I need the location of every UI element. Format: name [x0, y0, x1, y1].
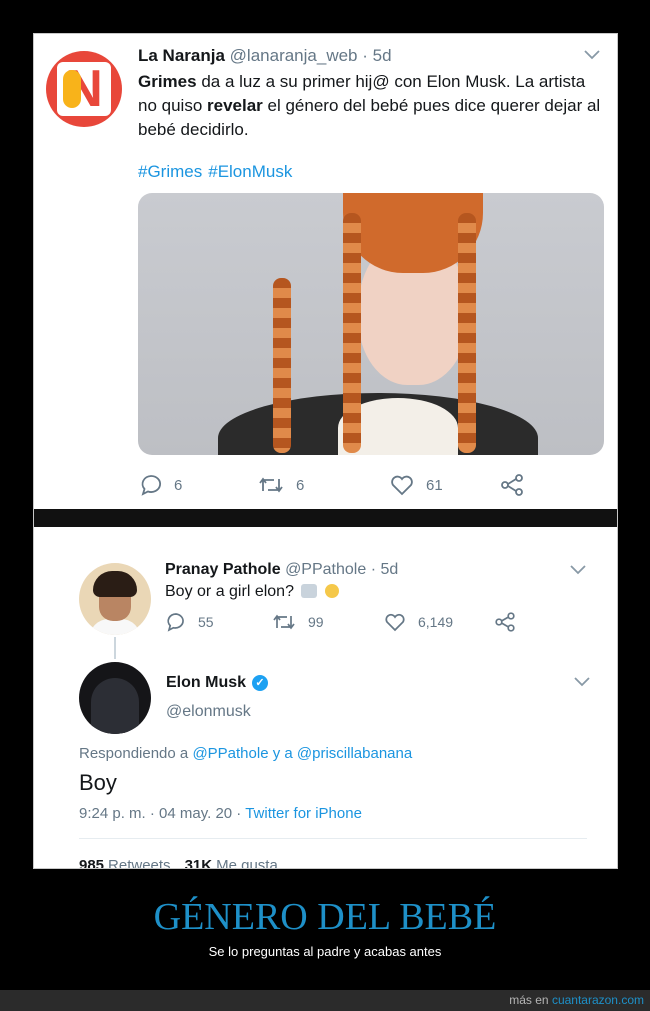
retweets-count[interactable]: 985: [79, 857, 104, 868]
photo-braid: [273, 278, 291, 453]
hashtags: #Grimes #ElonMusk: [138, 162, 298, 182]
baby-bottle-emoji-icon: [301, 584, 318, 598]
logo-orange-shape: [63, 70, 81, 108]
chevron-down-icon[interactable]: [584, 50, 600, 60]
like-count: 6,149: [418, 614, 454, 630]
tweet-stats: 985 Retweets 31K Me gusta: [79, 857, 278, 868]
tweet-header: Pranay Pathole @PPathole · 5d: [165, 561, 398, 579]
avatar-hood: [91, 678, 139, 734]
tweet-time[interactable]: 9:24 p. m. · 04 may. 20 ·: [79, 805, 245, 822]
retweet-count: 6: [296, 476, 305, 494]
tweet-thread: Pranay Pathole @PPathole · 5d Boy or a g…: [34, 527, 617, 868]
tweet-header: La Naranja @lanaranja_web · 5d: [138, 46, 392, 66]
reply-action[interactable]: 6: [140, 474, 258, 496]
la-naranja-logo: N: [57, 62, 111, 116]
retweet-icon: [259, 477, 283, 493]
retweet-count: 99: [308, 614, 324, 630]
reply-action[interactable]: 55: [166, 612, 272, 632]
reply-prefix: Respondiendo a: [79, 745, 193, 762]
author-handle[interactable]: @PPathole: [285, 561, 366, 578]
retweet-action[interactable]: 99: [272, 613, 384, 631]
footer-prefix: más en: [509, 993, 552, 1007]
reply-mention-link[interactable]: @PPathole: [192, 745, 268, 762]
replying-to: Respondiendo a @PPathole y a @priscillab…: [79, 745, 412, 762]
author-name-row: Elon Musk ✓: [166, 674, 269, 692]
heart-icon: [385, 613, 405, 631]
pranay-avatar[interactable]: [79, 563, 151, 635]
tweet-actions: 55 99 6,149: [166, 612, 516, 632]
photo-braid: [458, 213, 476, 453]
author-name[interactable]: Elon Musk: [166, 674, 246, 692]
share-icon[interactable]: [500, 474, 524, 496]
elon-avatar[interactable]: [79, 662, 151, 734]
avatar-hair: [93, 571, 137, 597]
retweet-icon: [273, 614, 295, 630]
tweet-timestamp: 9:24 p. m. · 04 may. 20 · Twitter for iP…: [79, 805, 362, 822]
hashtag-link[interactable]: #ElonMusk: [208, 162, 292, 181]
hashtag-link[interactable]: #Grimes: [138, 162, 202, 181]
site-footer: más en cuantarazon.com: [0, 990, 650, 1011]
tweet-source-link[interactable]: Twitter for iPhone: [245, 805, 362, 822]
tweet-text-content: Boy or a girl elon?: [165, 583, 294, 600]
caption-title: GÉNERO DEL BEBÉ: [153, 896, 497, 938]
verified-badge-icon: ✓: [252, 675, 269, 691]
screenshot-frame: N La Naranja @lanaranja_web · 5d Grimes …: [33, 33, 618, 869]
text-bold-grimes: Grimes: [138, 72, 197, 91]
screenshot-separator: [34, 509, 617, 527]
retweets-label[interactable]: Retweets: [108, 857, 171, 868]
heart-icon: [391, 475, 413, 495]
share-icon[interactable]: [494, 612, 516, 632]
like-action[interactable]: 61: [390, 475, 500, 496]
tweet-photo[interactable]: [138, 193, 604, 455]
retweet-action[interactable]: 6: [258, 475, 390, 495]
tweet-text: Boy or a girl elon?: [165, 583, 339, 601]
author-name[interactable]: La Naranja: [138, 46, 225, 65]
tweet-text: Boy: [79, 770, 117, 795]
reply-count: 6: [174, 476, 183, 494]
la-naranja-avatar[interactable]: N: [46, 51, 122, 127]
tweet-actions: 6 6 61: [140, 474, 524, 496]
author-handle[interactable]: @lanaranja_web: [230, 46, 358, 65]
tweet-age: · 5d: [362, 46, 392, 65]
chevron-down-icon[interactable]: [570, 565, 586, 575]
baby-face-emoji-icon: [324, 584, 339, 598]
caption-subtitle: Se lo preguntas al padre y acabas antes: [208, 944, 442, 959]
reply-and-text: y a: [268, 745, 297, 762]
tweet-la-naranja: N La Naranja @lanaranja_web · 5d Grimes …: [34, 34, 617, 509]
likes-count[interactable]: 31K: [185, 857, 213, 868]
reply-mention-link[interactable]: @priscillabanana: [297, 745, 412, 762]
like-action[interactable]: 6,149: [384, 613, 494, 632]
site-link[interactable]: cuantarazon.com: [552, 993, 644, 1007]
photo-braid: [343, 213, 361, 453]
reply-icon: [141, 475, 162, 496]
tweet-age: · 5d: [370, 561, 399, 578]
footer-text: más en cuantarazon.com: [509, 993, 644, 1007]
text-bold-revelar: revelar: [207, 96, 263, 115]
avatar-shirt: [89, 619, 141, 635]
likes-label[interactable]: Me gusta: [216, 857, 278, 868]
like-count: 61: [426, 476, 443, 494]
tweet-text: Grimes da a luz a su primer hij@ con Elo…: [138, 70, 608, 142]
reply-icon: [167, 613, 184, 632]
thread-connector-line: [114, 637, 116, 659]
reply-count: 55: [198, 614, 214, 630]
divider: [79, 838, 587, 839]
author-handle[interactable]: @elonmusk: [166, 703, 251, 721]
chevron-down-icon[interactable]: [574, 677, 590, 687]
author-name[interactable]: Pranay Pathole: [165, 561, 281, 578]
